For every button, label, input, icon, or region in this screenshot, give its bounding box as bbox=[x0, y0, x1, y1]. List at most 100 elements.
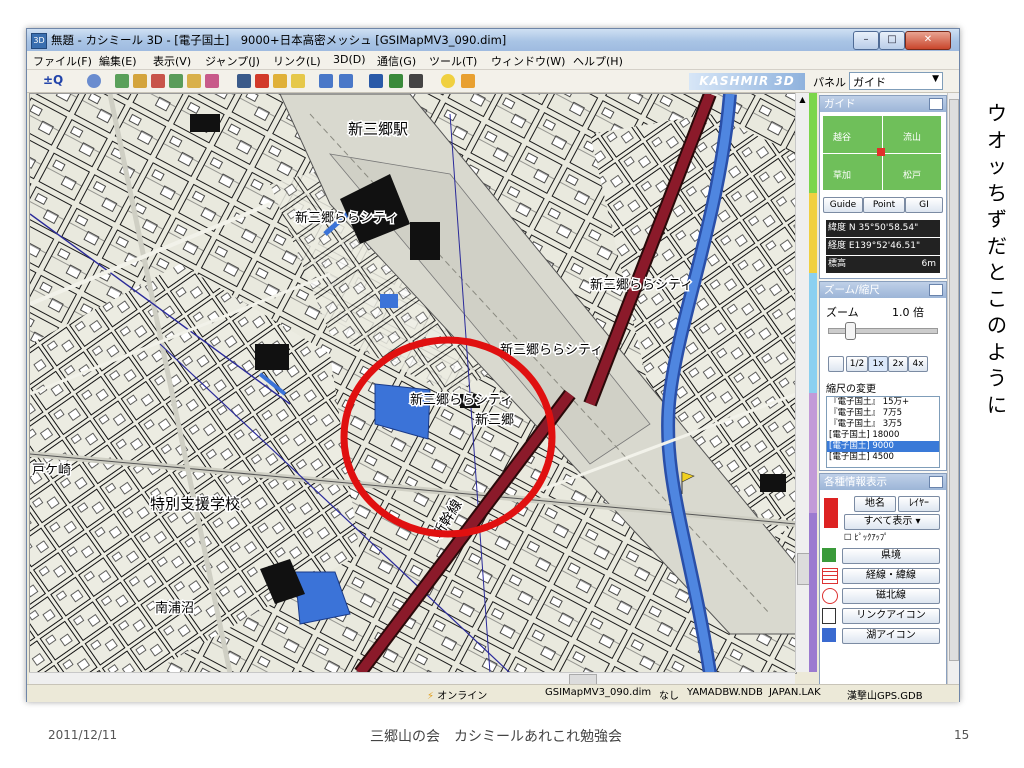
vertical-caption: ウオッちずだとこのように bbox=[982, 100, 1012, 418]
forward-icon[interactable] bbox=[339, 74, 353, 88]
menu-help[interactable]: ヘルプ(H) bbox=[573, 53, 623, 69]
status-none: なし bbox=[659, 691, 679, 702]
info-header[interactable]: 各種情報表示 bbox=[820, 474, 946, 490]
layer4-icon[interactable] bbox=[169, 74, 183, 88]
camera-icon[interactable] bbox=[369, 74, 383, 88]
zoom-header-label: ズーム/縮尺 bbox=[824, 284, 880, 296]
zoom-slider[interactable] bbox=[828, 322, 938, 340]
position-marker-icon bbox=[877, 148, 885, 156]
online-label: オンライン bbox=[437, 691, 488, 702]
guide-minimap[interactable]: 越谷 流山 草加 松戸 bbox=[823, 116, 941, 190]
print-icon[interactable] bbox=[389, 74, 403, 88]
menu-edit[interactable]: 編集(E) bbox=[99, 53, 137, 69]
info-section: 各種情報表示 地名 ﾚｲﾔｰ すべて表示 ▾ ☐ ﾋﾟｯｸｱｯﾌﾟ 県境 経線・… bbox=[819, 473, 947, 685]
minimize-section-icon[interactable] bbox=[929, 98, 943, 110]
caption-char: ッ bbox=[987, 154, 1007, 178]
minimize-section-icon[interactable] bbox=[929, 284, 943, 296]
panel-select-value: ガイド bbox=[853, 76, 886, 89]
scale-option[interactable]: [電子国土] 9000 bbox=[827, 441, 939, 452]
scale-option[interactable]: 『電子国土』 7万5 bbox=[827, 408, 939, 419]
caption-char: こ bbox=[987, 286, 1007, 311]
scale-option[interactable]: [電子国土] 18000 bbox=[827, 430, 939, 441]
magnetic-north-button[interactable]: 磁北線 bbox=[842, 588, 940, 604]
layer2-icon[interactable] bbox=[133, 74, 147, 88]
maximize-button[interactable]: □ bbox=[879, 31, 905, 50]
side-panel-scrollbar[interactable] bbox=[947, 93, 959, 684]
menu-file[interactable]: ファイル(F) bbox=[33, 53, 92, 69]
layer5-icon[interactable] bbox=[187, 74, 201, 88]
layer1-icon[interactable] bbox=[115, 74, 129, 88]
menu-jump[interactable]: ジャンプ(J) bbox=[205, 53, 260, 69]
scroll-up-icon[interactable]: ▲ bbox=[797, 95, 808, 105]
menu-tool[interactable]: ツール(T) bbox=[429, 53, 477, 69]
layer3-icon[interactable] bbox=[151, 74, 165, 88]
side-scroll-thumb[interactable] bbox=[949, 99, 959, 661]
prefecture-border-button[interactable]: 県境 bbox=[842, 548, 940, 564]
scale-list[interactable]: 『電子国土』 15万+ 『電子国土』 7万5 『電子国土』 3万5 [電子国土] 18… bbox=[826, 396, 940, 468]
tab-guide[interactable]: Guide bbox=[823, 197, 863, 213]
zoom-4x-button[interactable]: 4x bbox=[908, 356, 928, 372]
zoom-half-button[interactable]: 1/2 bbox=[846, 356, 868, 372]
lat-row: 緯度 N 35°50'58.54" bbox=[826, 220, 940, 237]
layer6-icon[interactable] bbox=[205, 74, 219, 88]
caption-char: の bbox=[987, 313, 1007, 337]
pickup-checkbox[interactable]: ☐ ﾋﾟｯｸｱｯﾌﾟ bbox=[844, 531, 888, 543]
menu-3d[interactable]: 3D(D) bbox=[333, 53, 366, 66]
lon-value: E139°52'46.51" bbox=[848, 241, 921, 251]
save-icon[interactable] bbox=[409, 74, 423, 88]
minimize-button[interactable]: – bbox=[853, 31, 879, 50]
tab-point[interactable]: Point bbox=[863, 197, 905, 213]
tab-gi[interactable]: GI bbox=[905, 197, 943, 213]
zoom-value: 1.0 倍 bbox=[892, 306, 924, 319]
flag-icon[interactable] bbox=[255, 74, 269, 88]
title-bar[interactable]: 3D 無題 - カシミール 3D - [電子国土] 9000+日本高密メッシュ … bbox=[27, 29, 959, 51]
help-icon[interactable] bbox=[441, 74, 455, 88]
zoom-slider-thumb[interactable] bbox=[845, 322, 857, 340]
scale-option[interactable]: 『電子国土』 15万+ bbox=[827, 397, 939, 408]
map-label-station: 新三郷駅 bbox=[348, 120, 408, 138]
show-all-select[interactable]: すべて表示 ▾ bbox=[844, 514, 940, 530]
place-koshigaya: 越谷 bbox=[833, 133, 852, 143]
link-icon-button[interactable]: リンクアイコン bbox=[842, 608, 940, 624]
panel-selector: パネル ガイド ▼ bbox=[811, 71, 959, 91]
latlon-lines-button[interactable]: 経線・緯線 bbox=[842, 568, 940, 584]
menu-link[interactable]: リンク(L) bbox=[273, 53, 321, 69]
alt-row: 標高 6m bbox=[826, 256, 940, 273]
caption-char: う bbox=[987, 366, 1007, 390]
panel-select[interactable]: ガイド ▼ bbox=[849, 72, 943, 90]
map-label-shinmisato: 新三郷 bbox=[475, 412, 514, 428]
zoom-icon[interactable]: ±Q bbox=[43, 73, 63, 87]
layer-button[interactable]: ﾚｲﾔｰ bbox=[898, 496, 940, 512]
info-icon[interactable] bbox=[461, 74, 475, 88]
map-vscroll[interactable]: ▲ bbox=[795, 93, 810, 672]
hand-icon[interactable] bbox=[87, 74, 101, 88]
document-icon bbox=[822, 608, 836, 624]
zoom-header[interactable]: ズーム/縮尺 bbox=[820, 282, 946, 298]
map-view[interactable]: 新三郷駅 新三郷ららシティ 新三郷ららシティ 新三郷ららシティ 新三郷ららシティ… bbox=[29, 93, 797, 674]
guide-header[interactable]: ガイド bbox=[820, 96, 946, 112]
minimize-section-icon[interactable] bbox=[929, 476, 943, 488]
grid-icon bbox=[822, 568, 838, 584]
pen-icon[interactable] bbox=[273, 74, 287, 88]
caption-char: だ bbox=[987, 233, 1007, 258]
ruler-icon[interactable] bbox=[291, 74, 305, 88]
menu-comm[interactable]: 通信(G) bbox=[377, 53, 416, 69]
place-name-button[interactable]: 地名 bbox=[854, 496, 896, 512]
lake-icon-button[interactable]: 湖アイコン bbox=[842, 628, 940, 644]
zoom-2x-button[interactable]: 2x bbox=[888, 356, 908, 372]
status-japan: JAPAN.LAK bbox=[769, 687, 821, 698]
zoom-1x-button[interactable]: 1x bbox=[868, 356, 888, 372]
menu-window[interactable]: ウィンドウ(W) bbox=[491, 53, 565, 69]
menu-view[interactable]: 表示(V) bbox=[153, 53, 191, 69]
back-icon[interactable] bbox=[319, 74, 333, 88]
scale-option[interactable]: 『電子国土』 3万5 bbox=[827, 419, 939, 430]
map-canvas[interactable]: 新三郷駅 新三郷ららシティ 新三郷ららシティ 新三郷ららシティ 新三郷ららシティ… bbox=[30, 94, 796, 673]
elevation-color-bar bbox=[809, 93, 817, 672]
online-status: ⚡ オンライン bbox=[427, 687, 487, 702]
menu-bar: ファイル(F) 編集(E) 表示(V) ジャンプ(J) リンク(L) 3D(D)… bbox=[27, 51, 959, 70]
zoom-checkbox[interactable] bbox=[828, 356, 844, 372]
close-button[interactable]: ✕ bbox=[905, 31, 951, 50]
scale-option[interactable]: [電子国土] 4500 bbox=[827, 452, 939, 463]
map-label-lalacity-2: 新三郷ららシティ bbox=[590, 277, 693, 293]
binoculars-icon[interactable] bbox=[237, 74, 251, 88]
